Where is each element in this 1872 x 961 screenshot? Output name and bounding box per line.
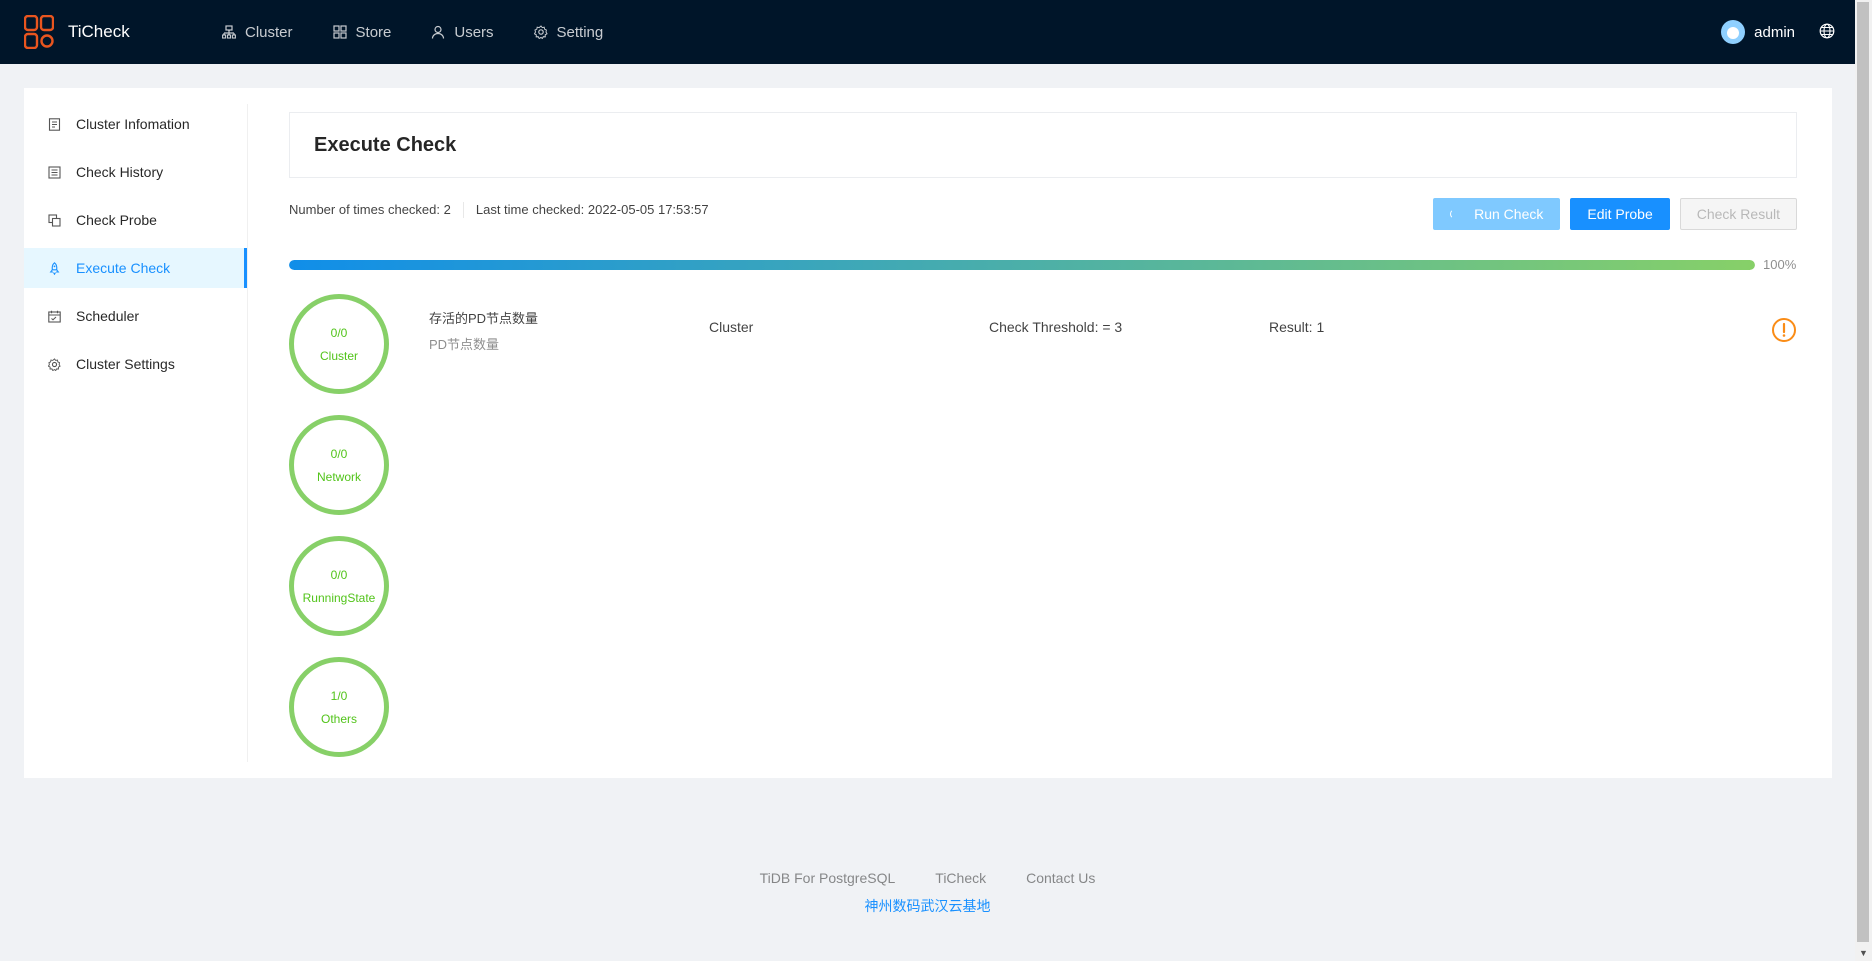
result-row: 存活的PD节点数量 PD节点数量 Cluster Check Threshold… xyxy=(429,308,1797,358)
avatar[interactable] xyxy=(1721,20,1746,44)
run-check-button[interactable]: Run Check xyxy=(1433,198,1561,230)
sidebar-item-label: Check History xyxy=(76,164,164,180)
sidebar-menu: Cluster Infomation Check History Check P… xyxy=(24,104,248,762)
file-icon xyxy=(48,117,61,131)
edit-probe-label: Edit Probe xyxy=(1587,206,1653,222)
footer-link-ticheck[interactable]: TiCheck xyxy=(935,870,986,886)
probe-name: 存活的PD节点数量 xyxy=(429,311,539,326)
category-count: 0/0 xyxy=(330,325,348,340)
category-name: Others xyxy=(320,711,357,726)
schedule-icon xyxy=(48,310,61,323)
stats-divider xyxy=(462,202,464,218)
scrollbar-thumb[interactable] xyxy=(1857,2,1869,942)
times-checked-text: Number of times checked: 2 xyxy=(289,202,451,217)
list-icon xyxy=(48,165,61,179)
nav-item-setting[interactable]: Setting xyxy=(533,23,604,41)
probe-description: PD节点数量 xyxy=(429,337,500,352)
category-name: Network xyxy=(316,469,361,484)
nav-item-cluster[interactable]: Cluster xyxy=(222,24,293,41)
sidebar-item-label: Scheduler xyxy=(76,308,140,324)
rocket-icon xyxy=(49,261,60,275)
nav-label-users: Users xyxy=(454,23,494,41)
footer-links: TiDB For PostgreSQL TiCheck Contact Us xyxy=(0,870,1855,886)
ticheck-logo-icon xyxy=(24,15,54,49)
action-buttons: Run Check Edit Probe Check Result xyxy=(1423,198,1797,230)
globe-icon[interactable] xyxy=(1819,23,1835,42)
appstore-icon xyxy=(332,25,347,39)
category-name: Cluster xyxy=(319,348,358,363)
setting-icon xyxy=(533,25,548,39)
main-panel: Execute Check Number of times checked: 2… xyxy=(289,112,1797,757)
progress-bar: 100% xyxy=(289,254,1797,294)
user-icon xyxy=(432,25,445,39)
sidebar-item-label: Cluster Settings xyxy=(76,356,175,372)
page-scrollbar[interactable]: ▼ xyxy=(1855,0,1872,961)
nav-item-users[interactable]: Users xyxy=(431,23,494,41)
stats-row: Number of times checked: 2 Last time che… xyxy=(289,178,1797,254)
loading-spinner-icon xyxy=(1450,209,1460,219)
setting-icon xyxy=(48,357,61,371)
run-check-label: Run Check xyxy=(1474,206,1544,222)
user-area: admin xyxy=(1721,0,1835,64)
last-checked-text: Last time checked: 2022-05-05 17:53:57 xyxy=(475,202,709,217)
copy-icon xyxy=(48,213,61,227)
category-count: 0/0 xyxy=(330,446,348,461)
page-header: Execute Check xyxy=(289,112,1797,178)
check-threshold: Check Threshold: = 3 xyxy=(989,319,1123,335)
sidebar-item-label: Cluster Infomation xyxy=(76,116,190,132)
check-result-label: Check Result xyxy=(1696,206,1780,222)
check-result-button[interactable]: Check Result xyxy=(1679,198,1797,230)
result-value: Result: 1 xyxy=(1269,319,1325,335)
page-title: Execute Check xyxy=(314,133,457,156)
warning-icon[interactable] xyxy=(1771,317,1797,343)
footer: TiDB For PostgreSQL TiCheck Contact Us 神… xyxy=(0,870,1855,916)
cluster-icon xyxy=(222,25,236,39)
sidebar-item-check-probe[interactable]: Check Probe xyxy=(24,200,247,240)
app-logo[interactable]: TiCheck xyxy=(24,15,204,49)
check-stats: Number of times checked: 2 Last time che… xyxy=(289,202,709,218)
footer-link-tidb[interactable]: TiDB For PostgreSQL xyxy=(760,870,896,886)
nav-label-setting: Setting xyxy=(556,23,604,41)
sidebar-item-label: Check Probe xyxy=(76,212,157,228)
scroll-down-arrow-icon[interactable]: ▼ xyxy=(1859,948,1868,958)
app-title: TiCheck xyxy=(68,22,130,41)
username[interactable]: admin xyxy=(1754,24,1795,41)
category-count: 1/0 xyxy=(330,688,348,703)
sidebar-item-cluster-information[interactable]: Cluster Infomation xyxy=(24,104,247,144)
edit-probe-button[interactable]: Edit Probe xyxy=(1570,198,1670,230)
category-count: 0/0 xyxy=(330,567,348,582)
sidebar-item-check-history[interactable]: Check History xyxy=(24,152,247,192)
nav-label-store: Store xyxy=(355,23,392,41)
content-card: Cluster Infomation Check History Check P… xyxy=(24,88,1832,778)
nav-label-cluster: Cluster xyxy=(245,23,293,41)
top-navbar: TiCheck Cluster Store Users Setting admi… xyxy=(0,0,1855,64)
sidebar-item-label: Execute Check xyxy=(76,260,171,276)
sidebar-item-scheduler[interactable]: Scheduler xyxy=(24,296,247,336)
progress-percent: 100% xyxy=(1763,257,1797,272)
footer-organization[interactable]: 神州数码武汉云基地 xyxy=(0,896,1855,916)
category-ring-cluster[interactable]: 0/0 Cluster xyxy=(289,294,389,394)
nav-item-store[interactable]: Store xyxy=(332,23,392,41)
footer-link-contact[interactable]: Contact Us xyxy=(1026,870,1095,886)
sidebar-item-cluster-settings[interactable]: Cluster Settings xyxy=(24,344,247,384)
result-category: Cluster xyxy=(709,319,754,335)
category-ring-others[interactable]: 1/0 Others xyxy=(289,657,389,757)
progress-track xyxy=(289,260,1755,270)
category-rings: 0/0 Cluster 0/0 Network 0/0 RunningState… xyxy=(289,294,389,778)
progress-fill xyxy=(289,260,1755,270)
category-ring-runningstate[interactable]: 0/0 RunningState xyxy=(289,536,389,636)
main-nav: Cluster Store Users Setting xyxy=(222,24,643,41)
sidebar-item-execute-check[interactable]: Execute Check xyxy=(24,248,247,288)
category-ring-network[interactable]: 0/0 Network xyxy=(289,415,389,515)
category-name: RunningState xyxy=(302,590,376,605)
